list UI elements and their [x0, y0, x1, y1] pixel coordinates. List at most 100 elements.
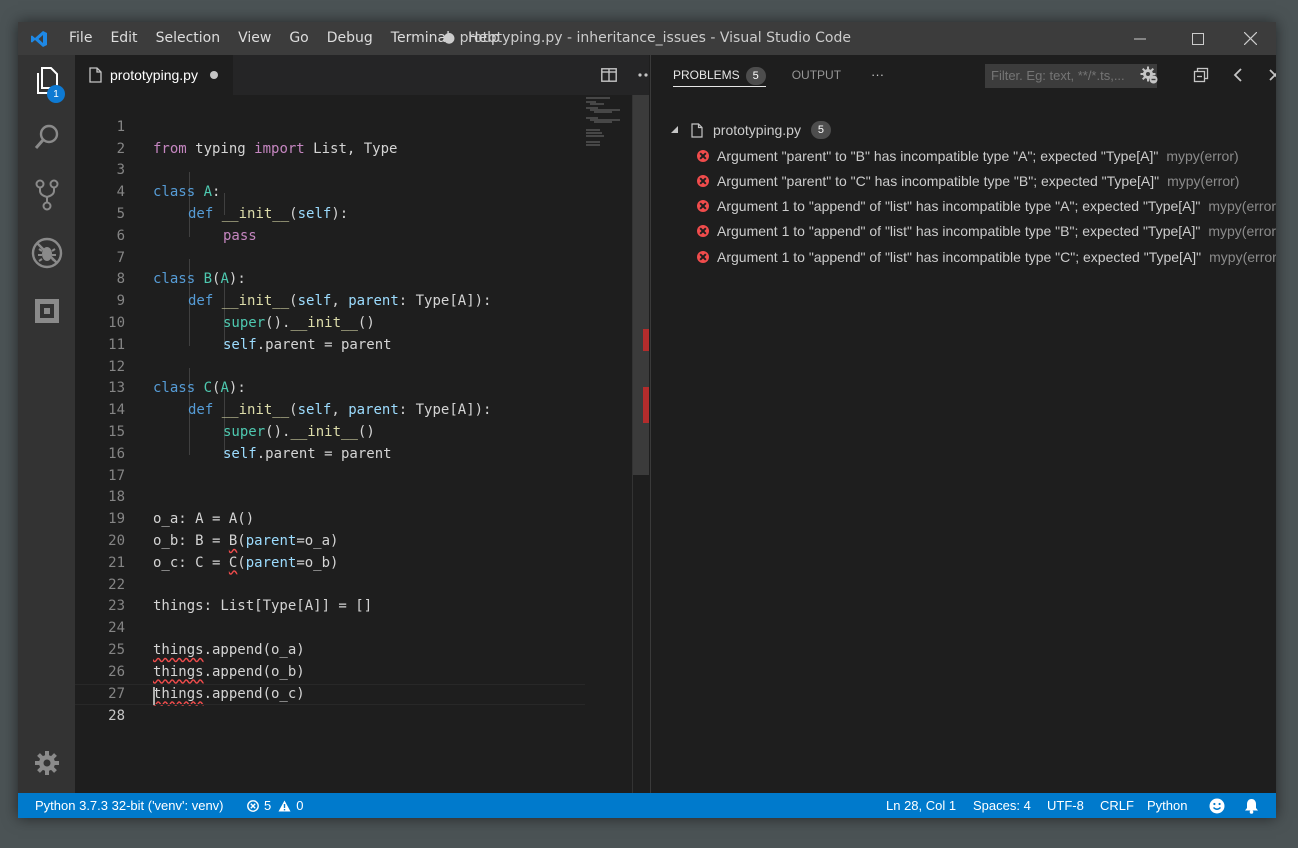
problem-row[interactable]: Argument 1 to "append" of "list" has inc…	[651, 218, 1276, 243]
code-line: 18 o_a: A = A()	[75, 466, 585, 527]
code-line: 26 things.append(o_c)	[75, 640, 585, 702]
split-editor-icon	[601, 68, 617, 82]
code-line: 1 from typing import List, Type	[75, 95, 585, 157]
problem-row[interactable]: Argument 1 to "append" of "list" has inc…	[651, 244, 1276, 269]
unsaved-dot-icon[interactable]	[209, 71, 218, 79]
problem-message: Argument 1 to "append" of "list" has inc…	[717, 197, 1201, 214]
tab-problems-label: PROBLEMS	[673, 68, 740, 82]
editor-group: prototyping.py 1 from typing import List…	[75, 55, 654, 793]
notifications-button[interactable]	[1244, 793, 1259, 818]
error-icon	[697, 224, 709, 237]
menu-view[interactable]: View	[229, 22, 280, 55]
vscode-logo-icon	[18, 22, 60, 55]
close-icon	[1243, 32, 1257, 45]
minimap-line	[586, 132, 602, 134]
minimap-line	[586, 97, 610, 99]
problems-status[interactable]: 5 0	[247, 793, 303, 818]
line-number: 28	[108, 708, 125, 725]
panel-more-button[interactable]: ···	[871, 55, 884, 95]
cursor-position[interactable]: Ln 28, Col 1	[886, 793, 956, 818]
minimap-line	[594, 121, 612, 123]
code-line: 7 class B(A):	[75, 226, 585, 288]
smiley-icon	[1209, 798, 1225, 813]
code-line: 15 self.parent = parent	[75, 400, 585, 462]
problems-filter-input[interactable]	[985, 64, 1157, 88]
split-editor-button[interactable]	[599, 65, 619, 85]
minimize-button[interactable]	[1114, 22, 1166, 55]
chevron-left-icon	[1233, 68, 1242, 82]
problem-row[interactable]: Argument "parent" to "C" has incompatibl…	[651, 168, 1276, 193]
code-line: 13 def __init__(self, parent: Type[A]):	[75, 357, 585, 418]
maximize-button[interactable]	[1172, 22, 1224, 55]
error-icon	[697, 149, 709, 162]
problem-row[interactable]: Argument "parent" to "B" has incompatibl…	[651, 143, 1276, 168]
code-line: 2	[75, 117, 585, 157]
problem-source: mypy(error)	[1208, 197, 1276, 214]
eol-selector[interactable]: CRLF	[1100, 793, 1134, 818]
menu-go[interactable]: Go	[280, 22, 317, 55]
problem-source: mypy(error)	[1209, 248, 1276, 265]
search-button[interactable]	[18, 113, 75, 161]
python-interpreter-selector[interactable]: Python 3.7.3 32-bit ('venv': venv)	[35, 793, 224, 818]
bell-icon	[1245, 798, 1258, 814]
code-editor[interactable]: 1 from typing import List, Type 2 3 clas…	[75, 95, 649, 793]
search-icon	[34, 124, 58, 149]
debug-button[interactable]	[18, 229, 75, 277]
close-panel-button[interactable]	[1265, 65, 1276, 85]
code-line: 25 things.append(o_b)	[75, 618, 585, 680]
problem-row[interactable]: Argument 1 to "append" of "list" has inc…	[651, 193, 1276, 218]
collapse-all-button[interactable]	[1191, 65, 1211, 85]
source-control-button[interactable]	[18, 171, 75, 219]
maximize-panel-button[interactable]	[1228, 65, 1248, 85]
error-count: 5	[264, 798, 272, 813]
problem-message: Argument "parent" to "C" has incompatibl…	[717, 172, 1160, 189]
editor-scrollbar[interactable]	[632, 95, 649, 793]
code-line: 8 def __init__(self, parent: Type[A]):	[75, 248, 585, 309]
tab-output[interactable]: OUTPUT	[792, 55, 841, 95]
problem-message: Argument 1 to "append" of "list" has inc…	[717, 222, 1201, 239]
tab-prototyping-py[interactable]: prototyping.py	[75, 55, 233, 95]
encoding-selector[interactable]: UTF-8	[1047, 793, 1084, 818]
indentation-selector[interactable]: Spaces: 4	[973, 793, 1031, 818]
activity-bar: 1	[18, 55, 75, 793]
manage-button[interactable]	[18, 739, 75, 787]
explorer-button[interactable]: 1	[18, 57, 75, 105]
menu-help[interactable]: Help	[459, 22, 509, 55]
code-line: 14 super().__init__()	[75, 378, 585, 440]
code-line: 17	[75, 444, 585, 484]
minimap[interactable]	[584, 95, 632, 155]
menu-edit[interactable]: Edit	[101, 22, 146, 55]
problems-panel: PROBLEMS 5 OUTPUT ··· Filter. Eg: text, …	[650, 55, 1276, 793]
vscode-window: File Edit Selection View Go Debug Termin…	[18, 22, 1276, 818]
minimize-icon	[1134, 38, 1146, 39]
language-mode-selector[interactable]: Python	[1147, 793, 1187, 818]
filter-gear-icon	[1140, 66, 1158, 84]
close-window-button[interactable]	[1224, 22, 1276, 55]
minimap-line	[586, 144, 600, 146]
minimap-line	[594, 111, 612, 113]
problems-file-node[interactable]: prototyping.py 5	[651, 119, 1276, 141]
minimap-line	[586, 129, 600, 131]
menu-file[interactable]: File	[60, 22, 101, 55]
menu-terminal[interactable]: Terminal	[382, 22, 459, 55]
tab-label: prototyping.py	[110, 67, 198, 83]
menu-debug[interactable]: Debug	[318, 22, 382, 55]
problems-count-badge: 5	[745, 66, 766, 85]
text-cursor	[153, 686, 155, 705]
filter-settings-button[interactable]	[1139, 65, 1159, 85]
current-line: 28	[75, 683, 585, 724]
maximize-icon	[1192, 32, 1204, 45]
collapse-all-icon	[1193, 67, 1209, 83]
code-line: 4 def __init__(self):	[75, 160, 585, 222]
problems-file-count: 5	[810, 121, 831, 139]
menu-selection[interactable]: Selection	[147, 22, 230, 55]
tab-problems[interactable]: PROBLEMS 5	[673, 55, 766, 95]
code-line: 16	[75, 422, 585, 462]
file-icon	[89, 67, 102, 83]
error-icon	[697, 199, 709, 212]
extensions-button[interactable]	[18, 287, 75, 335]
minimap-line	[586, 141, 600, 143]
feedback-button[interactable]	[1209, 793, 1225, 818]
minimap-line	[590, 103, 604, 105]
code-line: 23	[75, 575, 585, 614]
